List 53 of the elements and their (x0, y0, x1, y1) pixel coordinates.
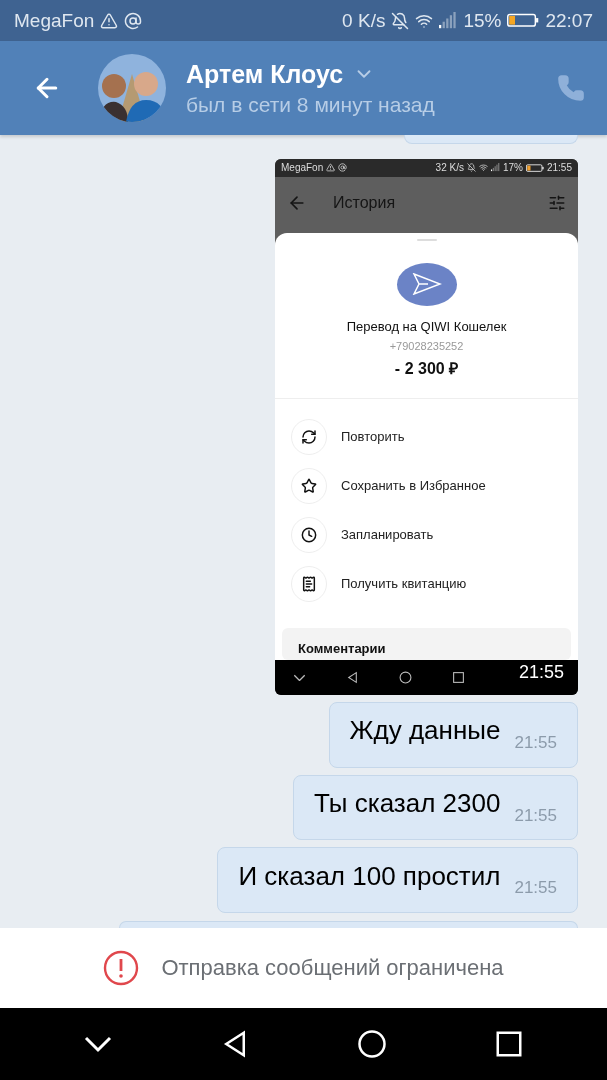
network-speed: 0 K/s (342, 9, 386, 32)
message-text: Жду данные (349, 715, 501, 747)
action-label[interactable]: Получить квитанцию (341, 576, 467, 592)
carrier-name: MegaFon (14, 9, 95, 32)
battery-percent: 15% (463, 9, 502, 32)
at-icon (338, 163, 348, 173)
refresh-icon (301, 428, 317, 445)
transfer-title: Перевод на QIWI Кошелек (346, 318, 507, 334)
star-icon (301, 477, 317, 494)
paper-plane-icon (411, 273, 442, 296)
battery-icon (507, 13, 540, 28)
home-icon[interactable] (399, 671, 412, 685)
message-time: 21:55 (518, 662, 564, 684)
battery-icon (525, 163, 544, 173)
clock-icon (301, 526, 317, 543)
message-text: Ты сказал 2300 (314, 788, 501, 820)
battery-percent: 17% (502, 162, 523, 174)
message-time: 21:55 (514, 878, 557, 899)
back-icon[interactable] (346, 671, 359, 685)
sheet-handle[interactable] (416, 238, 437, 242)
message-time: 21:55 (514, 732, 557, 753)
action-label[interactable]: Сохранить в Избранное (341, 478, 486, 494)
alert-icon (103, 950, 140, 986)
network-speed: 32 K/s (435, 162, 464, 174)
at-icon (124, 11, 143, 30)
phone-number: +79028235252 (389, 339, 464, 352)
clock-time: 22:07 (545, 9, 593, 32)
message-text: И сказал 100 простил (238, 860, 501, 892)
screen-title: История (333, 193, 397, 212)
wifi-icon (478, 163, 488, 173)
comments-label: Комментарии (298, 641, 386, 657)
carrier-name: MegaFon (281, 162, 324, 174)
filter-icon[interactable] (548, 193, 566, 212)
restriction-notice: Отправка сообщений ограничена (161, 955, 504, 981)
collapse-icon[interactable] (293, 673, 306, 682)
message-time: 21:55 (514, 805, 557, 826)
last-seen-status: был в сети 8 минут назад (186, 92, 436, 117)
recents-icon[interactable] (452, 671, 465, 685)
transfer-amount: - 2 300 ₽ (394, 358, 459, 379)
mute-icon (391, 11, 410, 30)
collapse-icon[interactable] (83, 1035, 114, 1053)
contact-name[interactable]: Артем Клоус (186, 59, 344, 89)
screenshot-image[interactable]: MegaFon 32 K/s 17% 21:55 История Перевод на QIWI Кошелек +79028235252 - 2 300 ₽ Повторить Сохранить в Избранное Запланировать Получить квитанцию Комментарии 21:55 (275, 158, 578, 696)
receipt-icon (301, 575, 317, 592)
action-label[interactable]: Повторить (341, 429, 405, 445)
warning-icon (100, 11, 119, 30)
clock-time: 21:55 (546, 162, 572, 174)
home-icon[interactable] (356, 1029, 387, 1059)
action-label[interactable]: Запланировать (341, 527, 434, 543)
signal-icon (439, 11, 458, 30)
mute-icon (466, 163, 476, 173)
signal-icon (490, 163, 500, 173)
warning-icon (326, 163, 336, 173)
